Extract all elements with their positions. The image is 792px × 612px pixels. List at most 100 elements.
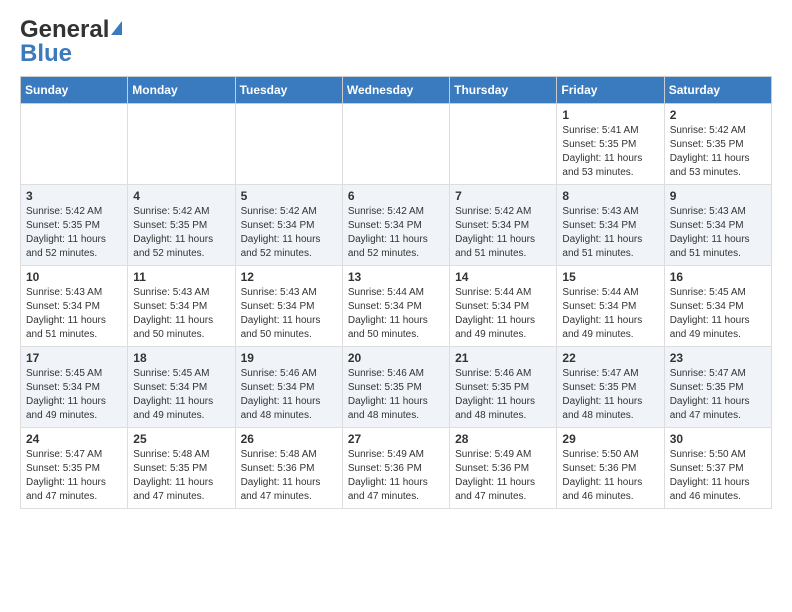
day-info: Sunrise: 5:47 AMSunset: 5:35 PMDaylight:…: [562, 367, 658, 423]
day-cell: 12 Sunrise: 5:43 AMSunset: 5:34 PMDayligh…: [235, 266, 342, 347]
day-number: 18: [133, 351, 229, 365]
day-info: Sunrise: 5:42 AMSunset: 5:35 PMDaylight:…: [670, 124, 766, 180]
week-row-3: 10Sunrise: 5:43 AMSunset: 5:34 PMDayligh…: [21, 266, 772, 347]
day-cell: 14Sunrise: 5:44 AMSunset: 5:34 PMDayligh…: [450, 266, 557, 347]
day-number: 15: [562, 270, 658, 284]
day-cell: 15Sunrise: 5:44 AMSunset: 5:34 PMDayligh…: [557, 266, 664, 347]
day-number: 25: [133, 432, 229, 446]
day-cell: 13 Sunrise: 5:44 AMSunset: 5:34 PMDayligh…: [342, 266, 449, 347]
day-info: Sunrise: 5:42 AMSunset: 5:35 PMDaylight:…: [133, 205, 229, 261]
day-info: Sunrise: 5:43 AMSunset: 5:34 PMDaylight:…: [241, 286, 337, 342]
calendar-table: SundayMondayTuesdayWednesdayThursdayFrid…: [20, 76, 772, 509]
day-info: Sunrise: 5:42 AMSunset: 5:34 PMDaylight:…: [241, 205, 337, 261]
day-info: Sunrise: 5:42 AMSunset: 5:34 PMDaylight:…: [455, 205, 551, 261]
day-info: Sunrise: 5:45 AMSunset: 5:34 PMDaylight:…: [26, 367, 122, 423]
day-number: 11: [133, 270, 229, 284]
day-number: 30: [670, 432, 766, 446]
week-row-2: 3 Sunrise: 5:42 AMSunset: 5:35 PMDaylight…: [21, 185, 772, 266]
day-number: 12: [241, 270, 337, 284]
day-number: 24: [26, 432, 122, 446]
day-info: Sunrise: 5:49 AMSunset: 5:36 PMDaylight:…: [455, 448, 551, 504]
day-info: Sunrise: 5:41 AMSunset: 5:35 PMDaylight:…: [562, 124, 658, 180]
col-header-wednesday: Wednesday: [342, 77, 449, 104]
day-info: Sunrise: 5:46 AMSunset: 5:35 PMDaylight:…: [455, 367, 551, 423]
day-cell: 28Sunrise: 5:49 AMSunset: 5:36 PMDayligh…: [450, 428, 557, 509]
calendar-wrapper: SundayMondayTuesdayWednesdayThursdayFrid…: [0, 76, 792, 519]
col-header-thursday: Thursday: [450, 77, 557, 104]
day-cell: 10Sunrise: 5:43 AMSunset: 5:34 PMDayligh…: [21, 266, 128, 347]
day-info: Sunrise: 5:47 AMSunset: 5:35 PMDaylight:…: [670, 367, 766, 423]
logo: General Blue: [20, 16, 122, 68]
week-row-5: 24 Sunrise: 5:47 AMSunset: 5:35 PMDayligh…: [21, 428, 772, 509]
day-number: 4: [133, 189, 229, 203]
day-number: 21: [455, 351, 551, 365]
day-info: Sunrise: 5:46 AMSunset: 5:34 PMDaylight:…: [241, 367, 337, 423]
day-info: Sunrise: 5:45 AMSunset: 5:34 PMDaylight:…: [670, 286, 766, 342]
day-number: 6: [348, 189, 444, 203]
col-header-friday: Friday: [557, 77, 664, 104]
day-number: 8: [562, 189, 658, 203]
day-cell: 25 Sunrise: 5:48 AMSunset: 5:35 PMDayligh…: [128, 428, 235, 509]
logo-blue: Blue: [20, 40, 72, 68]
day-number: 7: [455, 189, 551, 203]
day-cell: 19 Sunrise: 5:46 AMSunset: 5:34 PMDayligh…: [235, 347, 342, 428]
day-number: 27: [348, 432, 444, 446]
day-cell: 20 Sunrise: 5:46 AMSunset: 5:35 PMDayligh…: [342, 347, 449, 428]
day-cell: 3 Sunrise: 5:42 AMSunset: 5:35 PMDaylight…: [21, 185, 128, 266]
day-cell: 5 Sunrise: 5:42 AMSunset: 5:34 PMDaylight…: [235, 185, 342, 266]
day-number: 16: [670, 270, 766, 284]
day-info: Sunrise: 5:48 AMSunset: 5:35 PMDaylight:…: [133, 448, 229, 504]
day-cell: [450, 104, 557, 185]
day-cell: 1Sunrise: 5:41 AMSunset: 5:35 PMDaylight…: [557, 104, 664, 185]
day-cell: 26 Sunrise: 5:48 AMSunset: 5:36 PMDayligh…: [235, 428, 342, 509]
day-info: Sunrise: 5:50 AMSunset: 5:36 PMDaylight:…: [562, 448, 658, 504]
day-cell: 8 Sunrise: 5:43 AMSunset: 5:34 PMDaylight…: [557, 185, 664, 266]
day-cell: 23 Sunrise: 5:47 AMSunset: 5:35 PMDayligh…: [664, 347, 771, 428]
day-info: Sunrise: 5:46 AMSunset: 5:35 PMDaylight:…: [348, 367, 444, 423]
logo-triangle-icon: [111, 21, 122, 35]
day-cell: 27 Sunrise: 5:49 AMSunset: 5:36 PMDayligh…: [342, 428, 449, 509]
day-cell: [21, 104, 128, 185]
header-row: SundayMondayTuesdayWednesdayThursdayFrid…: [21, 77, 772, 104]
day-cell: 9 Sunrise: 5:43 AMSunset: 5:34 PMDaylight…: [664, 185, 771, 266]
day-number: 26: [241, 432, 337, 446]
day-cell: 16 Sunrise: 5:45 AMSunset: 5:34 PMDayligh…: [664, 266, 771, 347]
week-row-1: 1Sunrise: 5:41 AMSunset: 5:35 PMDaylight…: [21, 104, 772, 185]
day-number: 13: [348, 270, 444, 284]
day-info: Sunrise: 5:42 AMSunset: 5:35 PMDaylight:…: [26, 205, 122, 261]
day-cell: 29 Sunrise: 5:50 AMSunset: 5:36 PMDayligh…: [557, 428, 664, 509]
day-cell: 7 Sunrise: 5:42 AMSunset: 5:34 PMDaylight…: [450, 185, 557, 266]
day-info: Sunrise: 5:45 AMSunset: 5:34 PMDaylight:…: [133, 367, 229, 423]
day-cell: 22Sunrise: 5:47 AMSunset: 5:35 PMDayligh…: [557, 347, 664, 428]
day-info: Sunrise: 5:44 AMSunset: 5:34 PMDaylight:…: [455, 286, 551, 342]
day-info: Sunrise: 5:43 AMSunset: 5:34 PMDaylight:…: [133, 286, 229, 342]
day-cell: 18 Sunrise: 5:45 AMSunset: 5:34 PMDayligh…: [128, 347, 235, 428]
day-info: Sunrise: 5:44 AMSunset: 5:34 PMDaylight:…: [348, 286, 444, 342]
day-cell: 4 Sunrise: 5:42 AMSunset: 5:35 PMDaylight…: [128, 185, 235, 266]
day-info: Sunrise: 5:48 AMSunset: 5:36 PMDaylight:…: [241, 448, 337, 504]
day-number: 20: [348, 351, 444, 365]
day-info: Sunrise: 5:50 AMSunset: 5:37 PMDaylight:…: [670, 448, 766, 504]
day-number: 17: [26, 351, 122, 365]
day-info: Sunrise: 5:43 AMSunset: 5:34 PMDaylight:…: [26, 286, 122, 342]
day-number: 29: [562, 432, 658, 446]
day-cell: 21 Sunrise: 5:46 AMSunset: 5:35 PMDayligh…: [450, 347, 557, 428]
day-cell: [235, 104, 342, 185]
day-info: Sunrise: 5:43 AMSunset: 5:34 PMDaylight:…: [670, 205, 766, 261]
day-number: 23: [670, 351, 766, 365]
day-number: 9: [670, 189, 766, 203]
day-info: Sunrise: 5:47 AMSunset: 5:35 PMDaylight:…: [26, 448, 122, 504]
day-info: Sunrise: 5:49 AMSunset: 5:36 PMDaylight:…: [348, 448, 444, 504]
col-header-sunday: Sunday: [21, 77, 128, 104]
day-number: 5: [241, 189, 337, 203]
day-cell: [128, 104, 235, 185]
day-cell: 30 Sunrise: 5:50 AMSunset: 5:37 PMDayligh…: [664, 428, 771, 509]
day-number: 19: [241, 351, 337, 365]
day-cell: 24 Sunrise: 5:47 AMSunset: 5:35 PMDayligh…: [21, 428, 128, 509]
day-number: 3: [26, 189, 122, 203]
col-header-tuesday: Tuesday: [235, 77, 342, 104]
day-info: Sunrise: 5:43 AMSunset: 5:34 PMDaylight:…: [562, 205, 658, 261]
day-cell: [342, 104, 449, 185]
week-row-4: 17 Sunrise: 5:45 AMSunset: 5:34 PMDayligh…: [21, 347, 772, 428]
header: General Blue: [0, 0, 792, 76]
